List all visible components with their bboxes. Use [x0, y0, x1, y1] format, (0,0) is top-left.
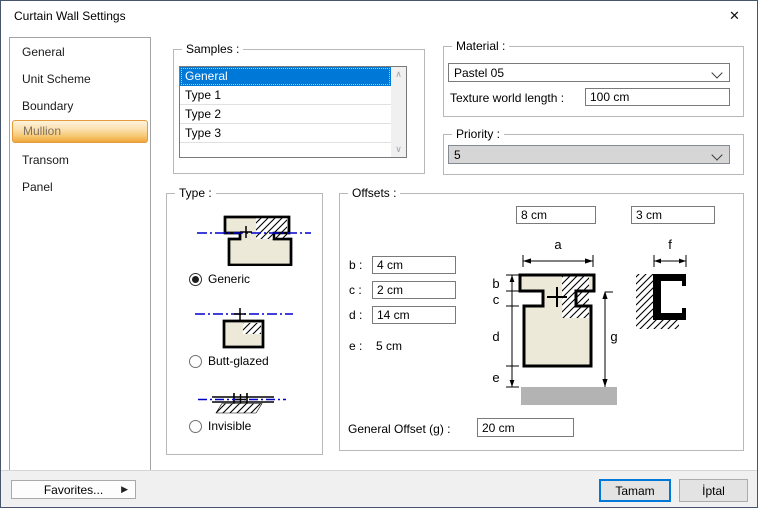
type-option-label: Butt-glazed: [208, 354, 269, 368]
offset-e-label: e :: [349, 339, 362, 353]
cancel-button[interactable]: İptal: [679, 479, 748, 502]
samples-group: Samples : General Type 1 Type 2 Type 3 ∧…: [173, 49, 425, 174]
radio-selected-icon[interactable]: [189, 273, 202, 286]
cancel-button-label: İptal: [702, 484, 725, 498]
material-group: Material : Pastel 05 Texture world lengt…: [443, 46, 744, 117]
chevron-down-icon: [711, 67, 722, 78]
offset-b-label: b :: [349, 258, 362, 272]
material-selected-value: Pastel 05: [454, 66, 504, 80]
generic-mullion-diagram: [194, 208, 314, 266]
dialog-title: Curtain Wall Settings: [14, 9, 126, 23]
sidebar-item-transom[interactable]: Transom: [12, 148, 148, 172]
offset-b-input[interactable]: [372, 256, 456, 274]
close-button[interactable]: ✕: [712, 1, 757, 30]
ok-button[interactable]: Tamam: [599, 479, 671, 502]
curtain-wall-settings-dialog: Curtain Wall Settings ✕ General Unit Sch…: [0, 0, 758, 508]
samples-list-item[interactable]: Type 3: [180, 124, 391, 143]
dim-e-label: e: [492, 370, 499, 385]
priority-selected-value: 5: [454, 148, 461, 162]
type-group: Type : Generic Butt-glazed: [166, 193, 323, 455]
texture-world-length-input[interactable]: [585, 88, 730, 106]
dim-a-label: a: [554, 237, 562, 252]
dim-d-label: d: [492, 329, 499, 344]
frame-profile-diagram: f: [630, 234, 700, 334]
favorites-button-label: Favorites...: [44, 483, 103, 497]
butt-glazed-diagram: [187, 302, 307, 350]
sidebar-item-panel[interactable]: Panel: [12, 175, 148, 199]
sidebar-item-mullion[interactable]: Mullion: [12, 120, 148, 143]
offsets-group: Offsets : b : c : d : e : 5 cm a b c d e: [339, 193, 744, 451]
texture-world-length-label: Texture world length :: [450, 91, 564, 105]
samples-list: General Type 1 Type 2 Type 3 ∧ ∨: [179, 66, 407, 158]
submenu-arrow-icon: ▶: [121, 484, 128, 495]
priority-group-label: Priority :: [452, 127, 504, 142]
invisible-diagram: [197, 390, 287, 416]
offset-d-input[interactable]: [372, 306, 456, 324]
samples-list-item[interactable]: General: [180, 67, 391, 86]
type-option-invisible[interactable]: Invisible: [189, 418, 251, 434]
samples-list-item[interactable]: Type 2: [180, 105, 391, 124]
mullion-profile-diagram: a b c d e g: [486, 234, 626, 409]
close-icon: ✕: [729, 8, 740, 24]
offset-f-input[interactable]: [631, 206, 715, 224]
favorites-button[interactable]: Favorites... ▶: [11, 480, 136, 499]
samples-list-item[interactable]: Type 1: [180, 86, 391, 105]
offset-c-input[interactable]: [372, 281, 456, 299]
sidebar-item-boundary[interactable]: Boundary: [12, 94, 148, 118]
general-offset-input[interactable]: [477, 418, 574, 437]
offset-d-label: d :: [349, 308, 362, 322]
chevron-down-icon: [711, 149, 722, 160]
priority-group: Priority : 5: [443, 134, 744, 175]
offset-a-input[interactable]: [516, 206, 596, 224]
dim-c-label: c: [493, 292, 500, 307]
radio-unselected-icon[interactable]: [189, 355, 202, 368]
radio-unselected-icon[interactable]: [189, 420, 202, 433]
scroll-down-icon[interactable]: ∨: [391, 142, 406, 157]
type-option-label: Generic: [208, 272, 250, 286]
material-group-label: Material :: [452, 39, 509, 54]
material-dropdown[interactable]: Pastel 05: [448, 63, 730, 82]
title-bar: Curtain Wall Settings ✕: [1, 1, 757, 31]
dim-f-label: f: [668, 237, 672, 252]
offsets-group-label: Offsets :: [348, 186, 400, 201]
samples-group-label: Samples :: [182, 42, 243, 57]
dim-b-label: b: [492, 276, 499, 291]
sidebar-item-unit-scheme[interactable]: Unit Scheme: [12, 67, 148, 91]
scroll-up-icon[interactable]: ∧: [391, 67, 406, 82]
type-group-label: Type :: [175, 186, 216, 201]
dialog-footer: Favorites... ▶ Tamam İptal: [1, 470, 757, 507]
samples-scrollbar[interactable]: ∧ ∨: [391, 67, 406, 157]
general-offset-label: General Offset (g) :: [348, 422, 451, 436]
type-option-butt-glazed[interactable]: Butt-glazed: [189, 353, 269, 369]
dim-g-label: g: [610, 329, 617, 344]
offset-c-label: c :: [349, 283, 362, 297]
sidebar-item-general[interactable]: General: [12, 40, 148, 64]
settings-nav-sidebar: General Unit Scheme Boundary Mullion Tra…: [9, 37, 151, 471]
priority-dropdown[interactable]: 5: [448, 145, 730, 164]
ok-button-label: Tamam: [615, 484, 654, 498]
offset-e-value: 5 cm: [376, 339, 402, 353]
type-option-label: Invisible: [208, 419, 251, 433]
type-option-generic[interactable]: Generic: [189, 271, 250, 287]
